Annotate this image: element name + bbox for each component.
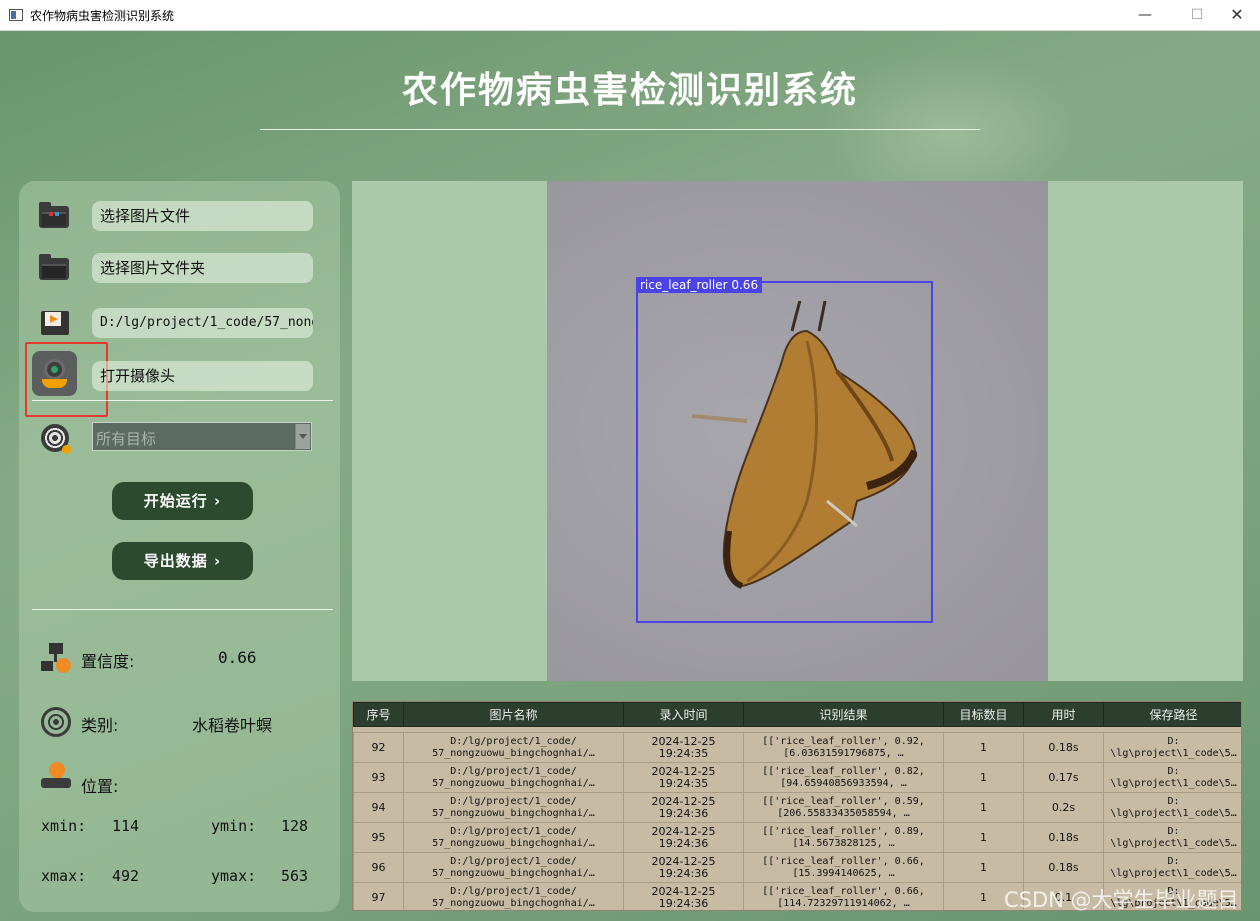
minimize-button[interactable]: — <box>1122 0 1168 31</box>
app-main: 农作物病虫害检测识别系统 选择图片文件 选择图片文件夹 D:/lg/projec… <box>0 31 1260 921</box>
title-underline <box>260 129 980 130</box>
ymin-label: ymin: <box>211 817 257 835</box>
header-image-name[interactable]: 图片名称 <box>403 702 624 727</box>
divider-top <box>32 400 333 401</box>
xmax-label: xmax: <box>41 867 87 885</box>
image-viewer: rice_leaf_roller 0.66 <box>352 181 1243 681</box>
detection-bounding-box <box>636 281 933 623</box>
cell-result: [['rice_leaf_roller', 0.66, [15.399414062… <box>743 852 944 883</box>
cell-save-path: D: \lg\project\1_code\5… <box>1103 852 1241 883</box>
cell-image-name: D:/lg/project/1_code/57_nongzuowu_bingch… <box>403 732 624 763</box>
cell-result: [['rice_leaf_roller', 0.59, [206.55833435… <box>743 792 944 823</box>
cell-index: 96 <box>353 852 404 883</box>
cell-index: 95 <box>353 822 404 853</box>
target-select-value: 所有目标 <box>96 430 157 448</box>
open-camera-button[interactable]: 打开摄像头 <box>92 361 313 391</box>
cell-entry-time: 2024-12-25 19:24:35 <box>623 762 744 793</box>
target-badge-icon <box>62 445 71 454</box>
header-result[interactable]: 识别结果 <box>743 702 944 727</box>
cell-duration: 0.18s <box>1023 822 1104 853</box>
header-entry-time[interactable]: 录入时间 <box>623 702 744 727</box>
cell-target-count: 1 <box>943 852 1024 883</box>
cell-index: 92 <box>353 732 404 763</box>
table-row[interactable]: 94 D:/lg/project/1_code/57_nongzuowu_bin… <box>353 792 1241 823</box>
table-row[interactable]: 96 D:/lg/project/1_code/57_nongzuowu_bin… <box>353 852 1241 883</box>
cell-duration: 0.17s <box>1023 762 1104 793</box>
cell-duration: 0.18s <box>1023 852 1104 883</box>
cell-duration: 0.18s <box>1023 732 1104 763</box>
header-index[interactable]: 序号 <box>353 702 404 727</box>
cell-entry-time: 2024-12-25 19:24:36 <box>623 792 744 823</box>
export-data-button[interactable]: 导出数据 › <box>112 542 253 580</box>
page-title: 农作物病虫害检测识别系统 <box>401 70 858 111</box>
app-icon <box>9 9 23 21</box>
target-select[interactable]: 所有目标 <box>92 422 312 451</box>
detection-label: rice_leaf_roller 0.66 <box>636 277 763 293</box>
cell-image-name: D:/lg/project/1_code/57_nongzuowu_bingch… <box>403 852 624 883</box>
cell-save-path: D: \lg\project\1_code\5… <box>1103 822 1241 853</box>
cell-entry-time: 2024-12-25 19:24:36 <box>623 882 744 910</box>
category-label: 类别: <box>81 716 119 735</box>
cell-result: [['rice_leaf_roller', 0.89, [14.567382812… <box>743 822 944 853</box>
cell-image-name: D:/lg/project/1_code/57_nongzuowu_bingch… <box>403 882 624 910</box>
cell-target-count: 1 <box>943 732 1024 763</box>
cell-entry-time: 2024-12-25 19:24:36 <box>623 822 744 853</box>
cell-index: 93 <box>353 762 404 793</box>
cell-entry-time: 2024-12-25 19:24:36 <box>623 852 744 883</box>
image-folder-icon[interactable] <box>39 200 71 232</box>
cell-result: [['rice_leaf_roller', 0.92, [6.0363159179… <box>743 732 944 763</box>
cell-index: 97 <box>353 882 404 910</box>
chevron-down-icon[interactable] <box>295 424 310 449</box>
video-file-icon[interactable] <box>39 307 71 339</box>
cell-save-path: D: \lg\project\1_code\5… <box>1103 792 1241 823</box>
location-pin-icon <box>41 758 71 792</box>
xmin-label: xmin: <box>41 817 87 835</box>
ymax-label: ymax: <box>211 867 257 885</box>
header-save-path[interactable]: 保存路径 <box>1103 702 1241 727</box>
cell-save-path: D: \lg\project\1_code\5… <box>1103 732 1241 763</box>
header-duration[interactable]: 用时 <box>1023 702 1104 727</box>
window-titlebar: 农作物病虫害检测识别系统 — ☐ ✕ <box>0 0 1260 31</box>
cell-target-count: 1 <box>943 762 1024 793</box>
cell-result: [['rice_leaf_roller', 0.66, [114.72329711… <box>743 882 944 910</box>
ymax-value: 563 <box>281 867 309 885</box>
divider-bottom <box>32 609 333 610</box>
confidence-value: 0.66 <box>218 648 257 667</box>
cell-index: 94 <box>353 792 404 823</box>
flowchart-check-icon <box>41 643 71 673</box>
cell-save-path: D: \lg\project\1_code\5… <box>1103 762 1241 793</box>
start-run-button[interactable]: 开始运行 › <box>112 482 253 520</box>
select-folder-button[interactable]: 选择图片文件夹 <box>92 253 313 283</box>
position-label: 位置: <box>81 777 119 796</box>
window-title: 农作物病虫害检测识别系统 <box>30 9 175 23</box>
cell-result: [['rice_leaf_roller', 0.82, [94.659408569… <box>743 762 944 793</box>
close-button[interactable]: ✕ <box>1214 0 1260 31</box>
cell-image-name: D:/lg/project/1_code/57_nongzuowu_bingch… <box>403 792 624 823</box>
xmin-value: 114 <box>112 817 140 835</box>
control-panel: 选择图片文件 选择图片文件夹 D:/lg/project/1_code/57_n… <box>19 181 340 912</box>
video-path-button[interactable]: D:/lg/project/1_code/57_nongzuowu <box>92 308 313 338</box>
table-row[interactable]: 93 D:/lg/project/1_code/57_nongzuowu_bin… <box>353 762 1241 793</box>
ymin-value: 128 <box>281 817 309 835</box>
cell-image-name: D:/lg/project/1_code/57_nongzuowu_bingch… <box>403 762 624 793</box>
table-row[interactable]: 95 D:/lg/project/1_code/57_nongzuowu_bin… <box>353 822 1241 853</box>
folder-icon[interactable] <box>39 252 71 284</box>
table-header-row: 序号 图片名称 录入时间 识别结果 目标数目 用时 保存路径 <box>353 702 1241 727</box>
select-image-button[interactable]: 选择图片文件 <box>92 201 313 231</box>
cell-entry-time: 2024-12-25 19:24:35 <box>623 732 744 763</box>
category-value: 水稻卷叶螟 <box>192 716 273 735</box>
cell-image-name: D:/lg/project/1_code/57_nongzuowu_bingch… <box>403 822 624 853</box>
confidence-label: 置信度: <box>81 652 135 671</box>
detection-image: rice_leaf_roller 0.66 <box>547 181 1048 681</box>
watermark-text: CSDN @大学生毕业题目 <box>1004 888 1239 912</box>
concentric-circles-icon <box>41 707 71 737</box>
header-target-count[interactable]: 目标数目 <box>943 702 1024 727</box>
cell-target-count: 1 <box>943 822 1024 853</box>
cell-duration: 0.2s <box>1023 792 1104 823</box>
cell-target-count: 1 <box>943 792 1024 823</box>
xmax-value: 492 <box>112 867 140 885</box>
table-row[interactable]: 92 D:/lg/project/1_code/57_nongzuowu_bin… <box>353 732 1241 763</box>
results-table[interactable]: 序号 图片名称 录入时间 识别结果 目标数目 用时 保存路径 92 D:/lg/… <box>352 701 1242 911</box>
